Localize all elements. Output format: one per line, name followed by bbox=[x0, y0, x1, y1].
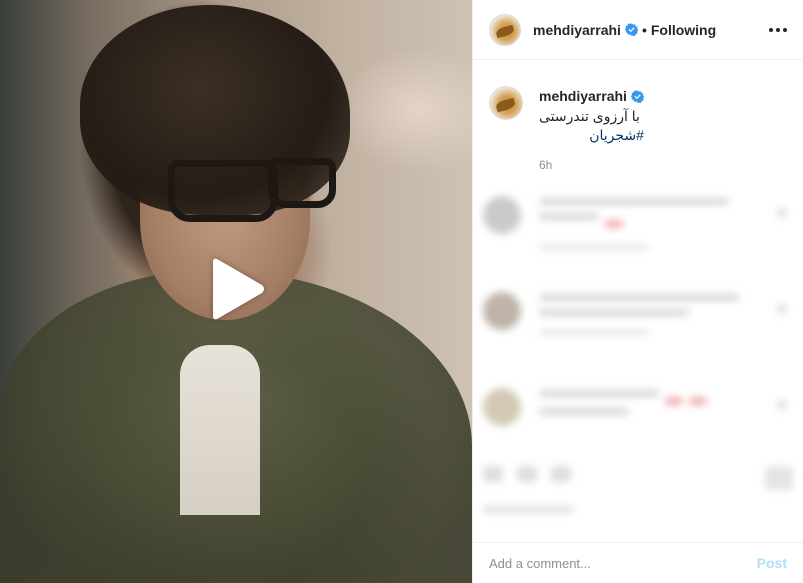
author-avatar[interactable] bbox=[489, 13, 521, 46]
blurred-comments-list bbox=[473, 172, 803, 454]
comment-avatar bbox=[483, 292, 521, 330]
play-icon bbox=[213, 258, 264, 320]
post-side-panel: mehdiyarrahi • Following mehdiyarrahi با… bbox=[472, 0, 803, 583]
post-comment-button[interactable]: Post bbox=[757, 555, 787, 571]
verified-badge-icon bbox=[624, 23, 638, 36]
caption-text: با آرزوی تندرستی bbox=[539, 108, 640, 124]
list-item bbox=[483, 186, 787, 282]
follow-separator: • bbox=[641, 21, 647, 38]
blurred-actions-bar bbox=[473, 454, 803, 542]
post-caption: mehdiyarrahi با آرزوی تندرستی #شجریان 6h bbox=[473, 60, 803, 172]
caption-author-avatar[interactable] bbox=[489, 86, 523, 120]
following-button[interactable]: Following bbox=[651, 22, 716, 38]
post-timestamp[interactable]: 6h bbox=[539, 158, 644, 172]
comment-like-icon bbox=[777, 208, 787, 218]
instagram-post-modal: mehdiyarrahi • Following mehdiyarrahi با… bbox=[0, 0, 803, 583]
comment-like-icon bbox=[777, 304, 787, 314]
video-frame-glasses-right bbox=[268, 158, 336, 208]
verified-badge-icon bbox=[630, 89, 644, 103]
caption-username[interactable]: mehdiyarrahi bbox=[539, 88, 627, 104]
post-video[interactable] bbox=[0, 0, 472, 583]
caption-hashtag-link[interactable]: #شجریان bbox=[539, 127, 644, 144]
add-comment-bar: Post bbox=[473, 542, 803, 583]
video-frame-glasses bbox=[168, 160, 278, 222]
comment-input[interactable] bbox=[489, 555, 757, 571]
post-header: mehdiyarrahi • Following bbox=[473, 0, 803, 60]
video-frame-shirt bbox=[180, 345, 260, 515]
comment-like-icon bbox=[777, 400, 787, 410]
comment-avatar bbox=[483, 388, 521, 426]
list-item bbox=[483, 378, 787, 454]
list-item bbox=[483, 282, 787, 378]
play-button[interactable] bbox=[205, 256, 267, 322]
comment-avatar bbox=[483, 196, 521, 234]
caption-username-row: mehdiyarrahi bbox=[539, 88, 644, 104]
more-options-icon[interactable] bbox=[761, 22, 787, 38]
author-username[interactable]: mehdiyarrahi bbox=[533, 22, 621, 38]
caption-body: mehdiyarrahi با آرزوی تندرستی #شجریان 6h bbox=[539, 86, 644, 172]
